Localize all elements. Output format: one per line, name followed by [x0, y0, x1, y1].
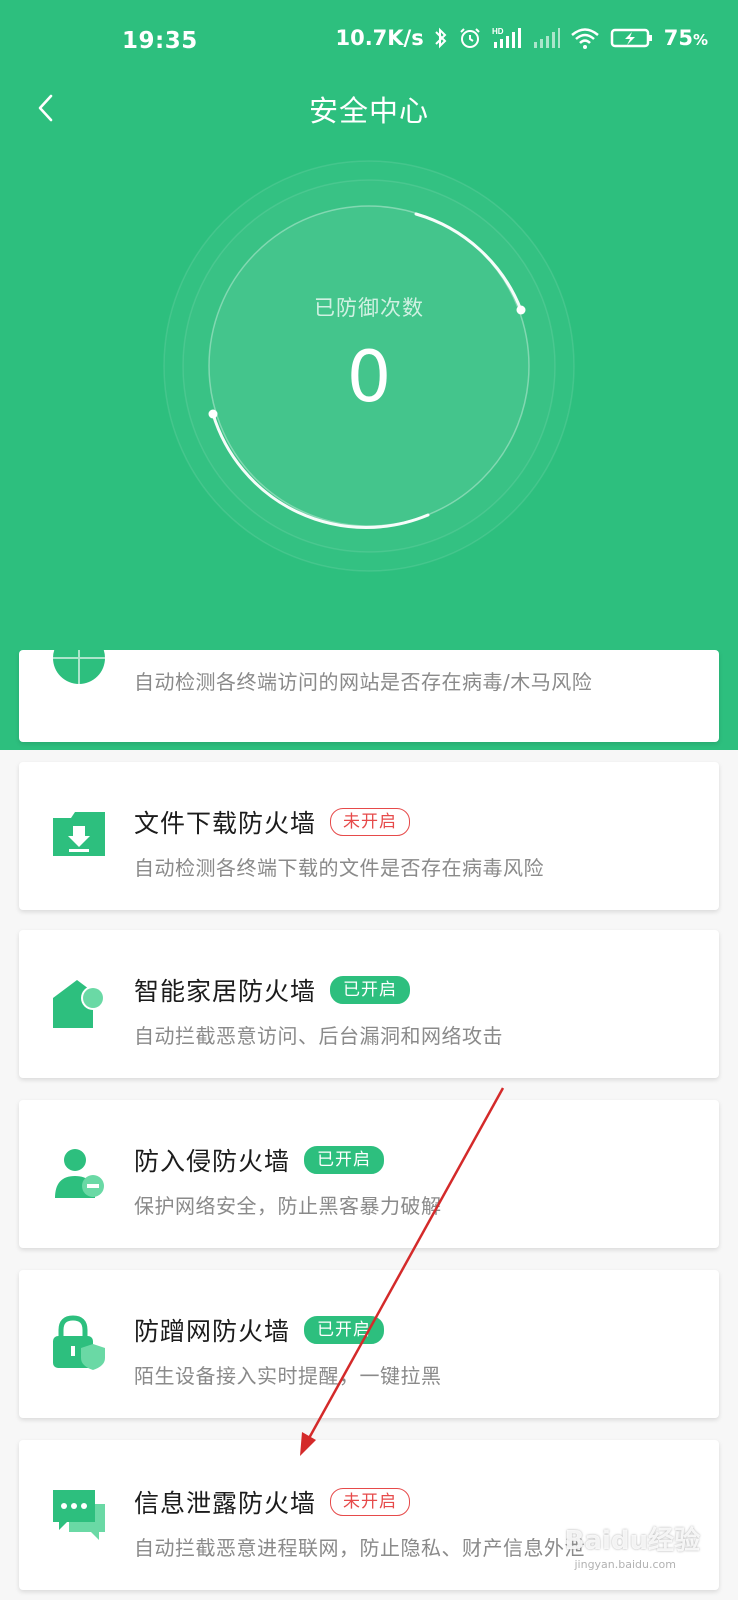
user-shield-icon — [55, 1149, 104, 1198]
card-title: 文件下载防火墙 未开启 — [134, 804, 411, 840]
card-title: 防入侵防火墙 已开启 — [134, 1142, 385, 1178]
card-desc: 自动检测各终端访问的网站是否存在病毒/木马风险 — [134, 670, 593, 694]
status-indicators: 10.7K/s HD 75% — [335, 26, 708, 50]
chat-bubbles-icon — [53, 1490, 105, 1540]
status-badge: 已开启 — [330, 976, 411, 1004]
card-title-text: 智能家居防火墙 — [134, 977, 317, 1006]
status-badge: 未开启 — [330, 808, 411, 836]
card-title: 智能家居防火墙 已开启 — [134, 972, 411, 1008]
card-title-text: 防蹭网防火墙 — [134, 1317, 291, 1346]
globe-icon — [53, 650, 105, 684]
alarm-icon — [460, 28, 480, 48]
bluetooth-icon — [435, 27, 447, 49]
battery-unit: % — [692, 31, 708, 49]
card-title-text: 文件下载防火墙 — [134, 809, 317, 838]
card-desc: 自动拦截恶意进程联网，防止隐私、财产信息外泄 — [134, 1536, 585, 1560]
page-title: 安全中心 — [308, 94, 429, 128]
battery-icon — [610, 28, 652, 48]
status-badge: 未开启 — [330, 1488, 411, 1516]
network-speed: 10.7K/s — [335, 26, 424, 50]
smart-home-icon — [53, 980, 105, 1028]
card-desc: 保护网络安全，防止黑客暴力破解 — [134, 1194, 442, 1218]
card-desc: 自动拦截恶意访问、后台漏洞和网络攻击 — [134, 1024, 503, 1048]
card-title-text: 防入侵防火墙 — [134, 1147, 291, 1176]
status-badge: 已开启 — [304, 1316, 385, 1344]
card-title-text: 信息泄露防火墙 — [134, 1489, 317, 1518]
wifi-icon — [570, 28, 599, 49]
card-title: 信息泄露防火墙 未开启 — [134, 1484, 411, 1520]
intrusion-firewall-card[interactable]: 防入侵防火墙 已开启 保护网络安全，防止黑客暴力破解 — [19, 1100, 719, 1248]
smart-home-firewall-card[interactable]: 智能家居防火墙 已开启 自动拦截恶意访问、后台漏洞和网络攻击 — [19, 930, 719, 1078]
watermark-sub: jingyan.baidu.com — [574, 1558, 676, 1571]
header-overlap — [0, 600, 738, 650]
battery-value: 75 — [663, 26, 693, 50]
svg-text:HD: HD — [492, 27, 504, 36]
status-badge: 已开启 — [304, 1146, 385, 1174]
lock-shield-icon — [53, 1315, 105, 1370]
file-download-icon — [53, 812, 105, 856]
signal-hd-icon: HD — [492, 27, 521, 48]
anti-leech-firewall-card[interactable]: 防蹭网防火墙 已开启 陌生设备接入实时提醒，一键拉黑 — [19, 1270, 719, 1418]
watermark: Baidu经验 — [564, 1526, 700, 1556]
web-firewall-card[interactable]: 自动检测各终端访问的网站是否存在病毒/木马风险 — [19, 650, 719, 742]
signal-icon — [533, 28, 560, 48]
status-time: 19:35 — [122, 28, 198, 54]
battery-level: 75% — [664, 26, 708, 50]
defense-count: 0 — [346, 336, 392, 418]
defense-label: 已防御次数 — [314, 296, 424, 320]
file-download-firewall-card[interactable]: 文件下载防火墙 未开启 自动检测各终端下载的文件是否存在病毒风险 — [19, 762, 719, 910]
card-desc: 陌生设备接入实时提醒，一键拉黑 — [134, 1364, 442, 1388]
card-desc: 自动检测各终端下载的文件是否存在病毒风险 — [134, 856, 544, 880]
card-title: 防蹭网防火墙 已开启 — [134, 1312, 385, 1348]
status-bar: 19:35 10.7K/s HD 75% — [0, 0, 738, 84]
